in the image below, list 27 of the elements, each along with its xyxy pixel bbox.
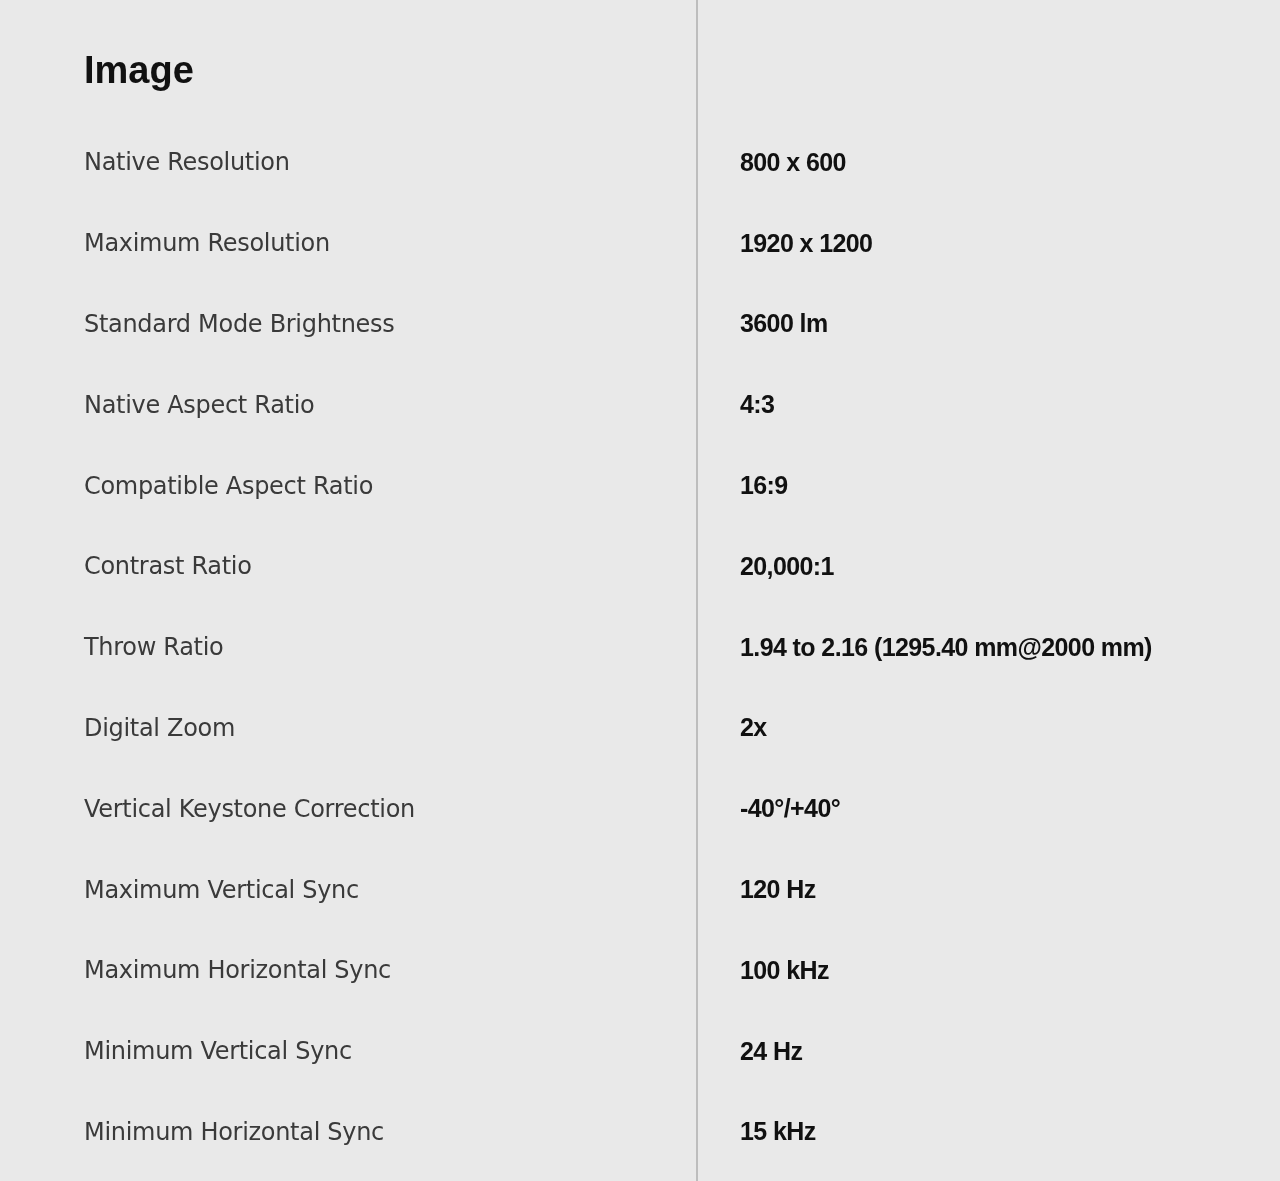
spec-value: 1920 x 1200	[740, 228, 873, 258]
spec-label: Native Aspect Ratio	[83, 390, 315, 419]
spec-label: Native Resolution	[83, 148, 290, 177]
spec-label: Digital Zoom	[83, 713, 236, 742]
spec-label: Maximum Horizontal Sync	[83, 956, 391, 985]
spec-value: 1.94 to 2.16 (1295.40 mm@2000 mm)	[740, 632, 1152, 662]
spec-label: Contrast Ratio	[83, 552, 252, 581]
spec-label: Vertical Keystone Correction	[83, 794, 415, 823]
spec-value: 4:3	[740, 390, 775, 420]
spec-value: 800 x 600	[740, 147, 846, 177]
spec-value: 20,000:1	[740, 551, 834, 581]
spec-label: Maximum Resolution	[83, 229, 330, 258]
spec-value: 2x	[740, 713, 767, 743]
section-title: Image	[84, 48, 195, 93]
spec-label: Throw Ratio	[83, 633, 224, 662]
spec-value: 16:9	[740, 471, 788, 501]
spec-label: Compatible Aspect Ratio	[83, 471, 373, 500]
spec-value: 3600 lm	[740, 309, 828, 339]
spec-value: -40°/+40°	[740, 794, 841, 824]
spec-value: 24 Hz	[740, 1036, 803, 1066]
spec-value: 100 kHz	[740, 955, 829, 985]
spec-label: Minimum Vertical Sync	[83, 1037, 352, 1066]
spec-value: 120 Hz	[740, 875, 816, 905]
spec-label: Standard Mode Brightness	[83, 310, 395, 338]
spec-label: Minimum Horizontal Sync	[83, 1117, 384, 1146]
spec-label: Maximum Vertical Sync	[83, 875, 359, 904]
spec-value: 15 kHz	[740, 1117, 816, 1147]
